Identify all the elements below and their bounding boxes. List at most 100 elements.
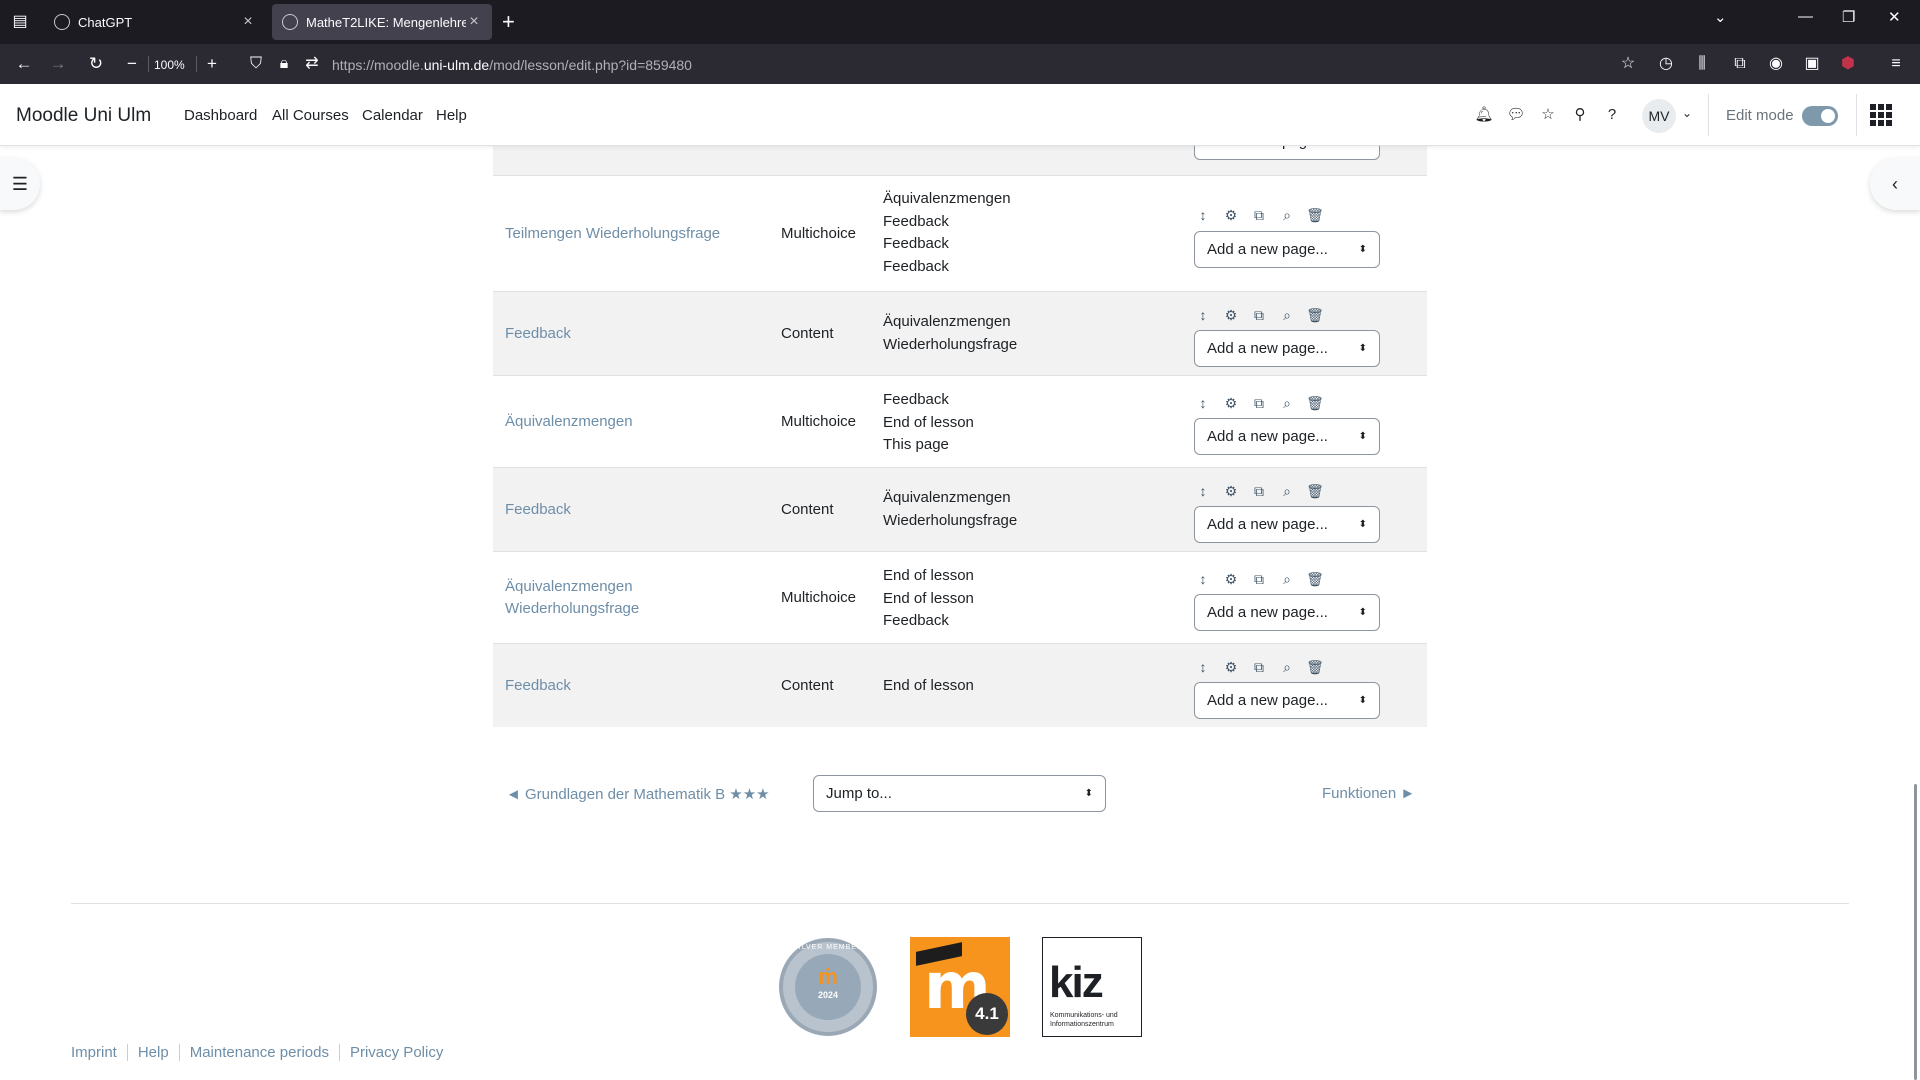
nav-help[interactable]: Help <box>436 107 467 124</box>
library-icon[interactable]: ⫼ <box>1690 52 1714 76</box>
settings-gear-icon[interactable]: ⚙ <box>1221 393 1241 413</box>
help-icon[interactable]: ? <box>1601 104 1623 126</box>
zoom-level[interactable]: 100% <box>154 58 185 72</box>
close-tab-icon[interactable]: × <box>466 13 482 31</box>
page-title-link[interactable]: Teilmengen Wiederholungsfrage <box>505 223 765 245</box>
delete-trash-icon[interactable]: 🗑︎ <box>1305 481 1325 501</box>
nav-dashboard[interactable]: Dashboard <box>184 107 257 124</box>
zoom-in-icon[interactable]: + <box>200 52 224 76</box>
add-page-select[interactable]: Add a new page... ⬍ <box>1194 418 1380 455</box>
settings-gear-icon[interactable]: ⚙ <box>1221 305 1241 325</box>
move-icon[interactable]: ↕ <box>1193 393 1213 413</box>
extension-icon[interactable]: ▣ <box>1800 52 1824 76</box>
messages-icon[interactable]: 💬︎ <box>1505 104 1527 126</box>
extensions-icon[interactable]: ⧉ <box>1728 52 1752 76</box>
back-icon[interactable]: ← <box>12 52 36 76</box>
nav-calendar[interactable]: Calendar <box>362 107 423 124</box>
previous-activity-link[interactable]: ◄ Grundlagen der Mathematik B ★★★ <box>506 785 770 803</box>
delete-trash-icon[interactable]: 🗑︎ <box>1305 393 1325 413</box>
duplicate-icon[interactable]: ⧉ <box>1249 481 1269 501</box>
delete-trash-icon[interactable]: 🗑︎ <box>1305 657 1325 677</box>
delete-trash-icon[interactable]: 🗑︎ <box>1305 305 1325 325</box>
moodle-version-logo[interactable]: m 4.1 <box>910 937 1010 1037</box>
browser-tab-chatgpt[interactable]: ChatGPT × <box>44 4 266 40</box>
duplicate-icon[interactable]: ⧉ <box>1249 205 1269 225</box>
tab-overflow-icon[interactable]: ⌄ <box>1714 8 1727 26</box>
move-icon[interactable]: ↕ <box>1193 205 1213 225</box>
footer-link-privacy[interactable]: Privacy Policy <box>340 1044 453 1061</box>
page-title-link[interactable]: Feedback <box>505 675 765 697</box>
footer-link-maintenance[interactable]: Maintenance periods <box>180 1044 340 1061</box>
preview-zoom-icon[interactable]: ⌕ <box>1277 569 1297 589</box>
sync-icon[interactable]: ◉ <box>1764 52 1788 76</box>
settings-gear-icon[interactable]: ⚙ <box>1221 205 1241 225</box>
select-caret-icon: ⬍ <box>1358 607 1367 618</box>
settings-gear-icon[interactable]: ⚙ <box>1221 481 1241 501</box>
reload-icon[interactable]: ↻ <box>84 52 108 76</box>
footer-link-help[interactable]: Help <box>128 1044 180 1061</box>
menu-icon[interactable]: ≡ <box>1884 52 1908 76</box>
add-page-select[interactable]: Add a new page... ⬍ <box>1194 506 1380 543</box>
move-icon[interactable]: ↕ <box>1193 481 1213 501</box>
permissions-icon[interactable]: ⇄ <box>300 52 324 76</box>
forward-icon[interactable]: → <box>46 52 70 76</box>
preview-zoom-icon[interactable]: ⌕ <box>1277 657 1297 677</box>
chevron-down-icon[interactable]: ⌄ <box>1682 106 1692 120</box>
duplicate-icon[interactable]: ⧉ <box>1249 657 1269 677</box>
preview-zoom-icon[interactable]: ⌕ <box>1277 305 1297 325</box>
jump-to-select[interactable]: Jump to... ⬍ <box>813 775 1106 812</box>
move-icon[interactable]: ↕ <box>1193 657 1213 677</box>
add-page-select[interactable]: Add a new page... ⬍ <box>1194 231 1380 268</box>
shield-icon[interactable]: ⛉ <box>244 52 268 76</box>
next-activity-link[interactable]: Funktionen ► <box>1322 785 1415 802</box>
duplicate-icon[interactable]: ⧉ <box>1249 393 1269 413</box>
preview-zoom-icon[interactable]: ⌕ <box>1277 481 1297 501</box>
kiz-logo[interactable]: kiz Kommunikations- und Informationszent… <box>1042 937 1142 1037</box>
close-window-icon[interactable]: ✕ <box>1888 8 1901 26</box>
page-scrollbar[interactable] <box>1914 784 1917 1080</box>
new-tab-icon[interactable]: + <box>502 10 515 34</box>
user-avatar[interactable]: MV <box>1642 99 1676 133</box>
settings-gear-icon[interactable]: ⚙ <box>1221 569 1241 589</box>
ublock-icon[interactable]: ⬢ <box>1836 52 1860 76</box>
add-page-select[interactable]: Add a new page... ⬍ <box>1194 594 1380 631</box>
close-tab-icon[interactable]: × <box>240 13 256 31</box>
move-icon[interactable]: ↕ <box>1193 569 1213 589</box>
move-icon[interactable]: ↕ <box>1193 305 1213 325</box>
block-drawer-toggle[interactable]: ‹ <box>1870 158 1920 210</box>
moodle-silver-member-badge[interactable]: SILVER MEMBER ṁ 2024 <box>779 938 877 1036</box>
preview-zoom-icon[interactable]: ⌕ <box>1277 393 1297 413</box>
add-page-select[interactable]: Add a new page... ⬍ <box>1194 330 1380 367</box>
course-index-toggle[interactable]: ☰ <box>0 158 40 210</box>
page-title-link[interactable]: Äquivalenzmengen <box>505 411 765 433</box>
restore-icon[interactable]: ❐ <box>1842 8 1855 26</box>
starred-icon[interactable]: ☆ <box>1537 104 1559 126</box>
zoom-out-icon[interactable]: − <box>120 52 144 76</box>
select-caret-icon: ⬍ <box>1358 244 1367 255</box>
page-title-link[interactable]: Feedback <box>505 499 765 521</box>
browser-tab-moodle[interactable]: MatheT2LIKE: Mengenlehre & Äquivalenzmen… <box>272 4 492 40</box>
apps-grid-icon[interactable] <box>1870 104 1892 126</box>
duplicate-icon[interactable]: ⧉ <box>1249 305 1269 325</box>
page-title-link[interactable]: Feedback <box>505 323 765 345</box>
edit-mode-toggle[interactable] <box>1802 106 1838 126</box>
history-icon[interactable]: ◷ <box>1654 52 1678 76</box>
footer-link-imprint[interactable]: Imprint <box>71 1044 128 1061</box>
url-bar[interactable]: ⛉ 🔒︎ ⇄ https://moodle.uni-ulm.de/mod/les… <box>240 48 1610 80</box>
notifications-bell-icon[interactable]: 🔔︎ <box>1473 104 1495 126</box>
add-page-select[interactable]: Add a new page... ⬍ <box>1194 682 1380 719</box>
delete-trash-icon[interactable]: 🗑︎ <box>1305 205 1325 225</box>
settings-gear-icon[interactable]: ⚙ <box>1221 657 1241 677</box>
nav-all-courses[interactable]: All Courses <box>272 107 349 124</box>
preview-zoom-icon[interactable]: ⌕ <box>1277 205 1297 225</box>
url-text[interactable]: https://moodle.uni-ulm.de/mod/lesson/edi… <box>332 57 692 73</box>
search-icon[interactable]: ⚲ <box>1569 104 1591 126</box>
site-brand[interactable]: Moodle Uni Ulm <box>16 105 151 127</box>
page-title-link[interactable]: Äquivalenzmengen Wiederholungsfrage <box>505 576 765 620</box>
minimize-icon[interactable]: — <box>1798 8 1813 25</box>
delete-trash-icon[interactable]: 🗑︎ <box>1305 569 1325 589</box>
bookmark-star-icon[interactable]: ☆ <box>1616 52 1640 76</box>
duplicate-icon[interactable]: ⧉ <box>1249 569 1269 589</box>
lock-icon[interactable]: 🔒︎ <box>272 52 296 76</box>
tab-list-icon[interactable]: ▤ <box>8 10 32 34</box>
